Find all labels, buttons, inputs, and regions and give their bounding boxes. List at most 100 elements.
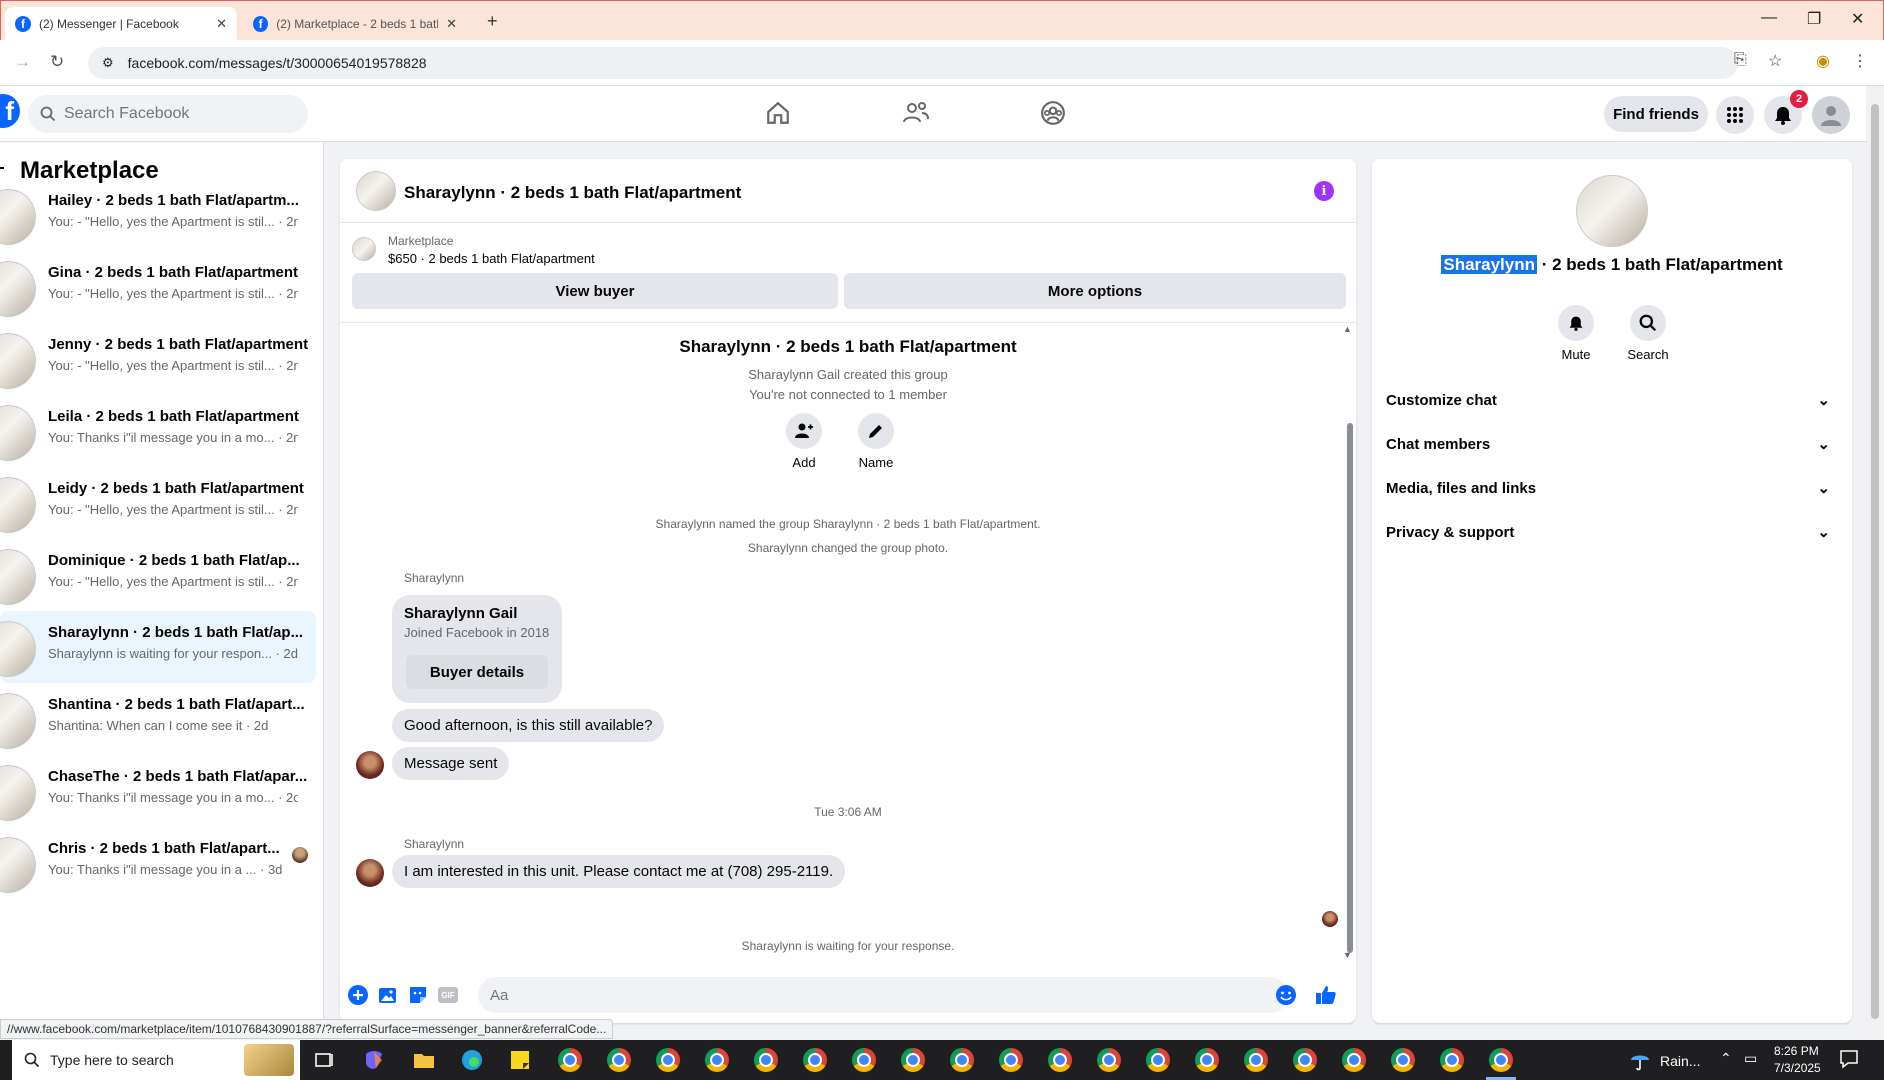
menu-grid-icon[interactable]	[1716, 96, 1754, 134]
weather-rain-icon[interactable]	[1628, 1048, 1652, 1072]
scroll-up-arrow-icon[interactable]: ▲	[1343, 324, 1352, 334]
conversation-item[interactable]: Leila · 2 beds 1 bath Flat/apartment You…	[0, 395, 316, 467]
photo-icon[interactable]	[376, 983, 400, 1007]
group-avatar[interactable]	[1576, 175, 1648, 247]
mute-button[interactable]: Mute	[1540, 305, 1612, 362]
message-input-field[interactable]	[478, 977, 1288, 1013]
search-input[interactable]	[64, 105, 284, 123]
scroll-thumb[interactable]	[1347, 423, 1353, 953]
chat-members-section[interactable]: Chat members ⌄	[1386, 424, 1838, 464]
page-scroll-thumb[interactable]	[1871, 104, 1879, 1019]
view-buyer-button[interactable]: View buyer	[352, 273, 838, 309]
conversation-item[interactable]: Chris · 2 beds 1 bath Flat/apart... You:…	[0, 827, 316, 899]
device-icon[interactable]: ▭	[1744, 1050, 1757, 1067]
search-in-chat-button[interactable]: Search	[1612, 305, 1684, 362]
info-icon[interactable]: i	[1314, 181, 1334, 201]
chrome-icon[interactable]	[1048, 1048, 1072, 1072]
gif-icon[interactable]: GIF	[436, 983, 460, 1007]
message-input[interactable]	[490, 986, 1250, 1004]
minimize-icon[interactable]: —	[1761, 9, 1777, 27]
chrome-icon[interactable]	[1391, 1048, 1415, 1072]
message-bubble[interactable]: Message sent	[392, 747, 510, 780]
find-friends-button[interactable]: Find friends	[1604, 96, 1708, 132]
conversation-item[interactable]: Jenny · 2 beds 1 bath Flat/apartment You…	[0, 323, 316, 395]
restore-icon[interactable]: ❐	[1807, 9, 1821, 29]
chrome-icon[interactable]	[1293, 1048, 1317, 1072]
plus-circle-icon[interactable]	[346, 983, 370, 1007]
scroll-down-arrow-icon[interactable]: ▼	[1343, 950, 1352, 960]
chrome-icon[interactable]	[1195, 1048, 1219, 1072]
groups-icon[interactable]	[1038, 98, 1068, 128]
browser-menu-icon[interactable]: ⋮	[1852, 51, 1868, 71]
listing-thumbnail[interactable]	[352, 237, 376, 261]
chrome-icon[interactable]	[705, 1048, 729, 1072]
reload-icon[interactable]: ↻	[50, 52, 64, 72]
conversation-item[interactable]: Gina · 2 beds 1 bath Flat/apartment You:…	[0, 251, 316, 323]
privacy-support-section[interactable]: Privacy & support ⌄	[1386, 512, 1838, 552]
close-tab-icon[interactable]: ✕	[446, 16, 457, 32]
chat-scrollbar[interactable]	[1344, 327, 1354, 963]
chrome-icon[interactable]	[558, 1048, 582, 1072]
chrome-icon[interactable]	[999, 1048, 1023, 1072]
media-files-links-section[interactable]: Media, files and links ⌄	[1386, 468, 1838, 508]
clock-time[interactable]: 8:26 PM	[1774, 1044, 1819, 1058]
install-app-icon[interactable]: ⎘	[1734, 51, 1747, 69]
taskbar-search[interactable]: Type here to search	[12, 1040, 300, 1080]
chrome-icon[interactable]	[607, 1048, 631, 1072]
forward-icon[interactable]: →	[14, 52, 31, 72]
friends-icon[interactable]	[901, 98, 931, 128]
listing-price-title[interactable]: $650 · 2 beds 1 bath Flat/apartment	[388, 251, 595, 266]
site-settings-icon[interactable]: ⚙	[102, 55, 114, 71]
like-thumbs-up-icon[interactable]	[1314, 983, 1338, 1007]
conversation-item-selected[interactable]: Sharaylynn · 2 beds 1 bath Flat/ap... Sh…	[0, 611, 316, 683]
profile-icon[interactable]: ◉	[1816, 51, 1830, 71]
facebook-logo-icon[interactable]: f	[0, 94, 20, 128]
chrome-icon[interactable]	[1342, 1048, 1366, 1072]
sticky-notes-icon[interactable]	[508, 1048, 532, 1072]
chat-avatar[interactable]	[356, 171, 396, 211]
home-icon[interactable]	[763, 98, 793, 128]
close-window-icon[interactable]: ✕	[1851, 9, 1864, 29]
conversation-item[interactable]: ChaseThe · 2 beds 1 bath Flat/apar... Yo…	[0, 755, 316, 827]
chrome-icon[interactable]	[803, 1048, 827, 1072]
bookmark-star-icon[interactable]: ☆	[1768, 51, 1782, 71]
chrome-icon[interactable]	[901, 1048, 925, 1072]
tray-chevron-icon[interactable]: ⌃	[1720, 1050, 1732, 1067]
chrome-icon[interactable]	[1146, 1048, 1170, 1072]
close-tab-icon[interactable]: ✕	[216, 16, 227, 32]
facebook-search[interactable]	[28, 95, 308, 133]
name-group-button[interactable]: Name	[836, 413, 916, 470]
file-explorer-icon[interactable]	[412, 1048, 436, 1072]
chrome-icon[interactable]	[852, 1048, 876, 1072]
copilot-icon[interactable]	[362, 1048, 386, 1072]
tab-messenger[interactable]: f (2) Messenger | Facebook ✕	[5, 7, 237, 41]
more-options-button[interactable]: More options	[844, 273, 1346, 309]
buyer-details-button[interactable]: Buyer details	[406, 655, 548, 689]
notification-center-icon[interactable]	[1838, 1048, 1862, 1072]
chat-title[interactable]: Sharaylynn · 2 beds 1 bath Flat/apartmen…	[404, 183, 741, 203]
conversation-item[interactable]: Dominique · 2 beds 1 bath Flat/ap... You…	[0, 539, 316, 611]
new-tab-icon[interactable]: +	[487, 11, 498, 32]
chrome-icon[interactable]	[1440, 1048, 1464, 1072]
add-member-button[interactable]: Add	[764, 413, 844, 470]
clock-date[interactable]: 7/3/2025	[1774, 1061, 1821, 1075]
sender-avatar[interactable]	[356, 859, 384, 887]
back-arrow-icon[interactable]	[0, 167, 4, 169]
tab-marketplace[interactable]: f (2) Marketplace - 2 beds 1 bath ✕	[243, 7, 467, 41]
page-scrollbar[interactable]	[1866, 86, 1884, 1040]
task-view-icon[interactable]	[312, 1048, 336, 1072]
url-field[interactable]: ⚙ facebook.com/messages/t/30000654019578…	[88, 47, 1738, 79]
account-avatar[interactable]	[1812, 96, 1850, 134]
message-bubble[interactable]: Good afternoon, is this still available?	[392, 709, 665, 742]
chrome-icon[interactable]	[754, 1048, 778, 1072]
sticker-icon[interactable]	[406, 983, 430, 1007]
chrome-icon-active[interactable]	[1489, 1048, 1513, 1072]
sender-avatar[interactable]	[356, 751, 384, 779]
chrome-icon[interactable]	[950, 1048, 974, 1072]
conversation-item[interactable]: Shantina · 2 beds 1 bath Flat/apart... S…	[0, 683, 316, 755]
chrome-icon[interactable]	[656, 1048, 680, 1072]
conversation-item[interactable]: Hailey · 2 beds 1 bath Flat/apartm... Yo…	[0, 179, 316, 251]
chrome-icon[interactable]	[1097, 1048, 1121, 1072]
message-bubble[interactable]: I am interested in this unit. Please con…	[392, 855, 846, 888]
customize-chat-section[interactable]: Customize chat ⌄	[1386, 380, 1838, 420]
